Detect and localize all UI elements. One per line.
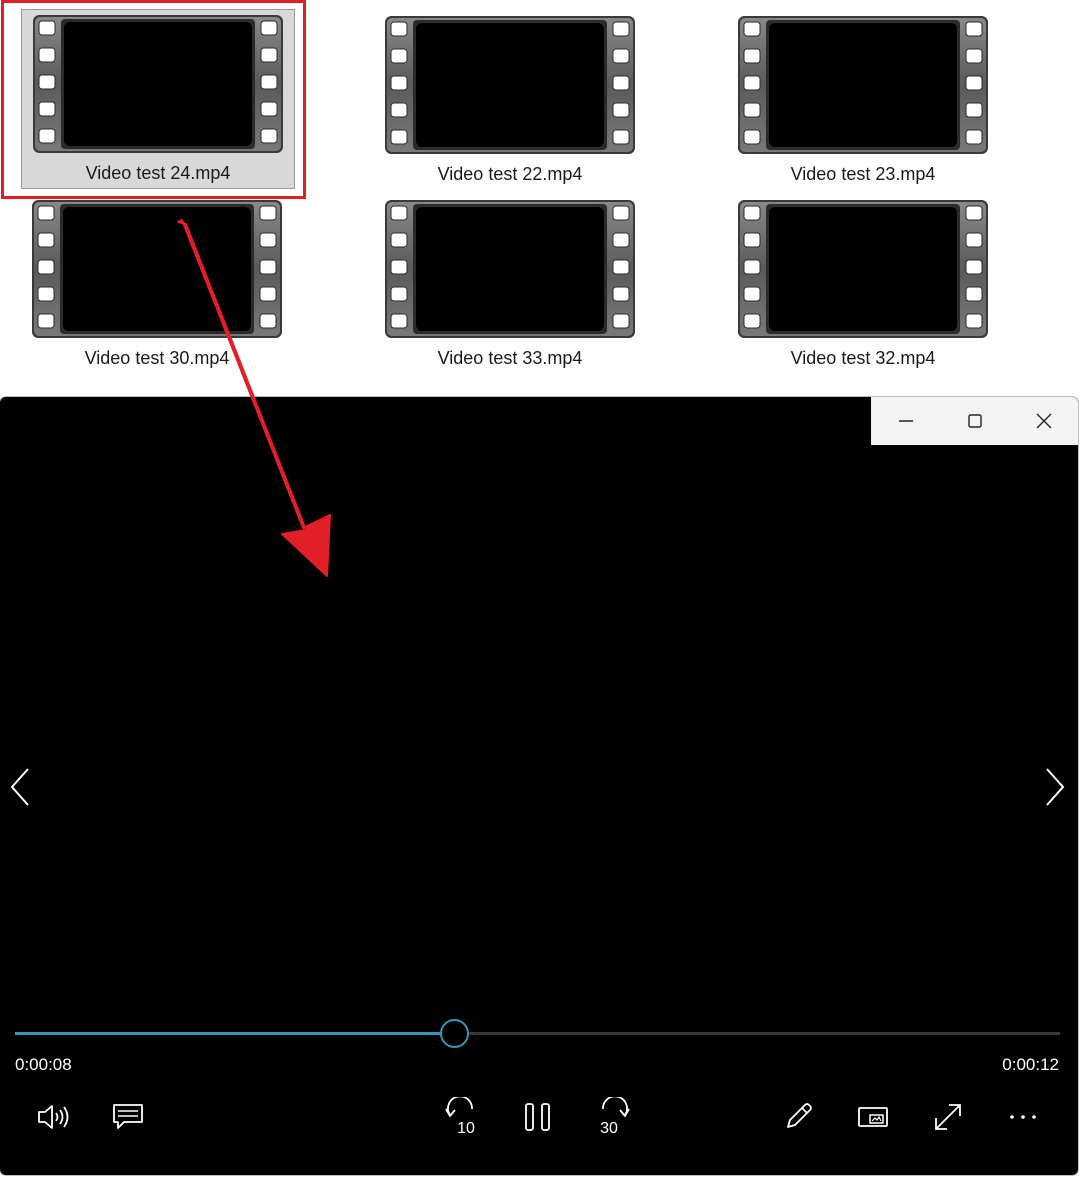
minimize-button[interactable] (871, 397, 940, 445)
mini-view-icon (858, 1107, 888, 1127)
annotation-highlight-box (1, 0, 306, 199)
file-item[interactable]: Video test 23.mp4 (726, 10, 1000, 190)
volume-icon (38, 1105, 69, 1129)
file-name: Video test 33.mp4 (437, 348, 583, 368)
file-item[interactable]: Video test 32.mp4 (726, 194, 1000, 374)
fullscreen-icon (935, 1104, 961, 1130)
skip-back-label: 10 (457, 1120, 475, 1137)
fullscreen-button[interactable] (923, 1095, 973, 1139)
subtitles-button[interactable] (103, 1095, 153, 1139)
video-file-icon (385, 16, 635, 154)
edit-button[interactable] (773, 1095, 823, 1139)
window-caption-buttons (871, 397, 1078, 445)
media-player-window: 0:00:08 0:00:12 10 30 (0, 397, 1078, 1175)
maximize-icon (967, 414, 982, 428)
mini-view-button[interactable] (848, 1095, 898, 1139)
chevron-left-icon (10, 768, 29, 806)
pause-button[interactable] (513, 1095, 563, 1139)
file-item[interactable]: Video test 22.mp4 (373, 10, 647, 190)
minimize-icon (898, 420, 913, 422)
skip-forward-button[interactable]: 30 (588, 1095, 638, 1139)
skip-back-button[interactable]: 10 (437, 1095, 487, 1139)
total-time: 0:00:12 (1002, 1055, 1059, 1074)
next-button[interactable] (1040, 765, 1070, 809)
file-grid: Video test 24.mp4 Video test 22.mp4 Vide… (0, 0, 1080, 395)
volume-button[interactable] (28, 1095, 78, 1139)
previous-button[interactable] (5, 765, 35, 809)
subtitles-icon (113, 1104, 143, 1129)
file-item[interactable]: Video test 30.mp4 (20, 194, 294, 374)
seek-bar[interactable] (15, 1019, 1060, 1048)
file-name: Video test 32.mp4 (790, 348, 936, 368)
seek-bar-progress (15, 1032, 454, 1035)
seek-bar-thumb[interactable] (439, 1019, 469, 1048)
video-file-icon (385, 200, 635, 338)
more-options-icon (1010, 1115, 1036, 1119)
file-name: Video test 23.mp4 (790, 164, 936, 184)
elapsed-time: 0:00:08 (15, 1055, 72, 1074)
close-button[interactable] (1009, 397, 1078, 445)
pause-icon (525, 1103, 550, 1131)
maximize-button[interactable] (940, 397, 1009, 445)
skip-forward-30-icon: 30 (596, 1097, 630, 1137)
file-name: Video test 30.mp4 (84, 348, 230, 368)
video-file-icon (738, 200, 988, 338)
video-file-icon (738, 16, 988, 154)
close-icon (1036, 413, 1051, 429)
skip-forward-label: 30 (600, 1120, 618, 1137)
video-file-icon (32, 200, 282, 338)
chevron-right-icon (1046, 768, 1065, 806)
more-options-button[interactable] (998, 1095, 1048, 1139)
file-item[interactable]: Video test 33.mp4 (373, 194, 647, 374)
skip-back-10-icon: 10 (445, 1097, 479, 1137)
pencil-icon (787, 1103, 812, 1128)
file-name: Video test 22.mp4 (437, 164, 583, 184)
